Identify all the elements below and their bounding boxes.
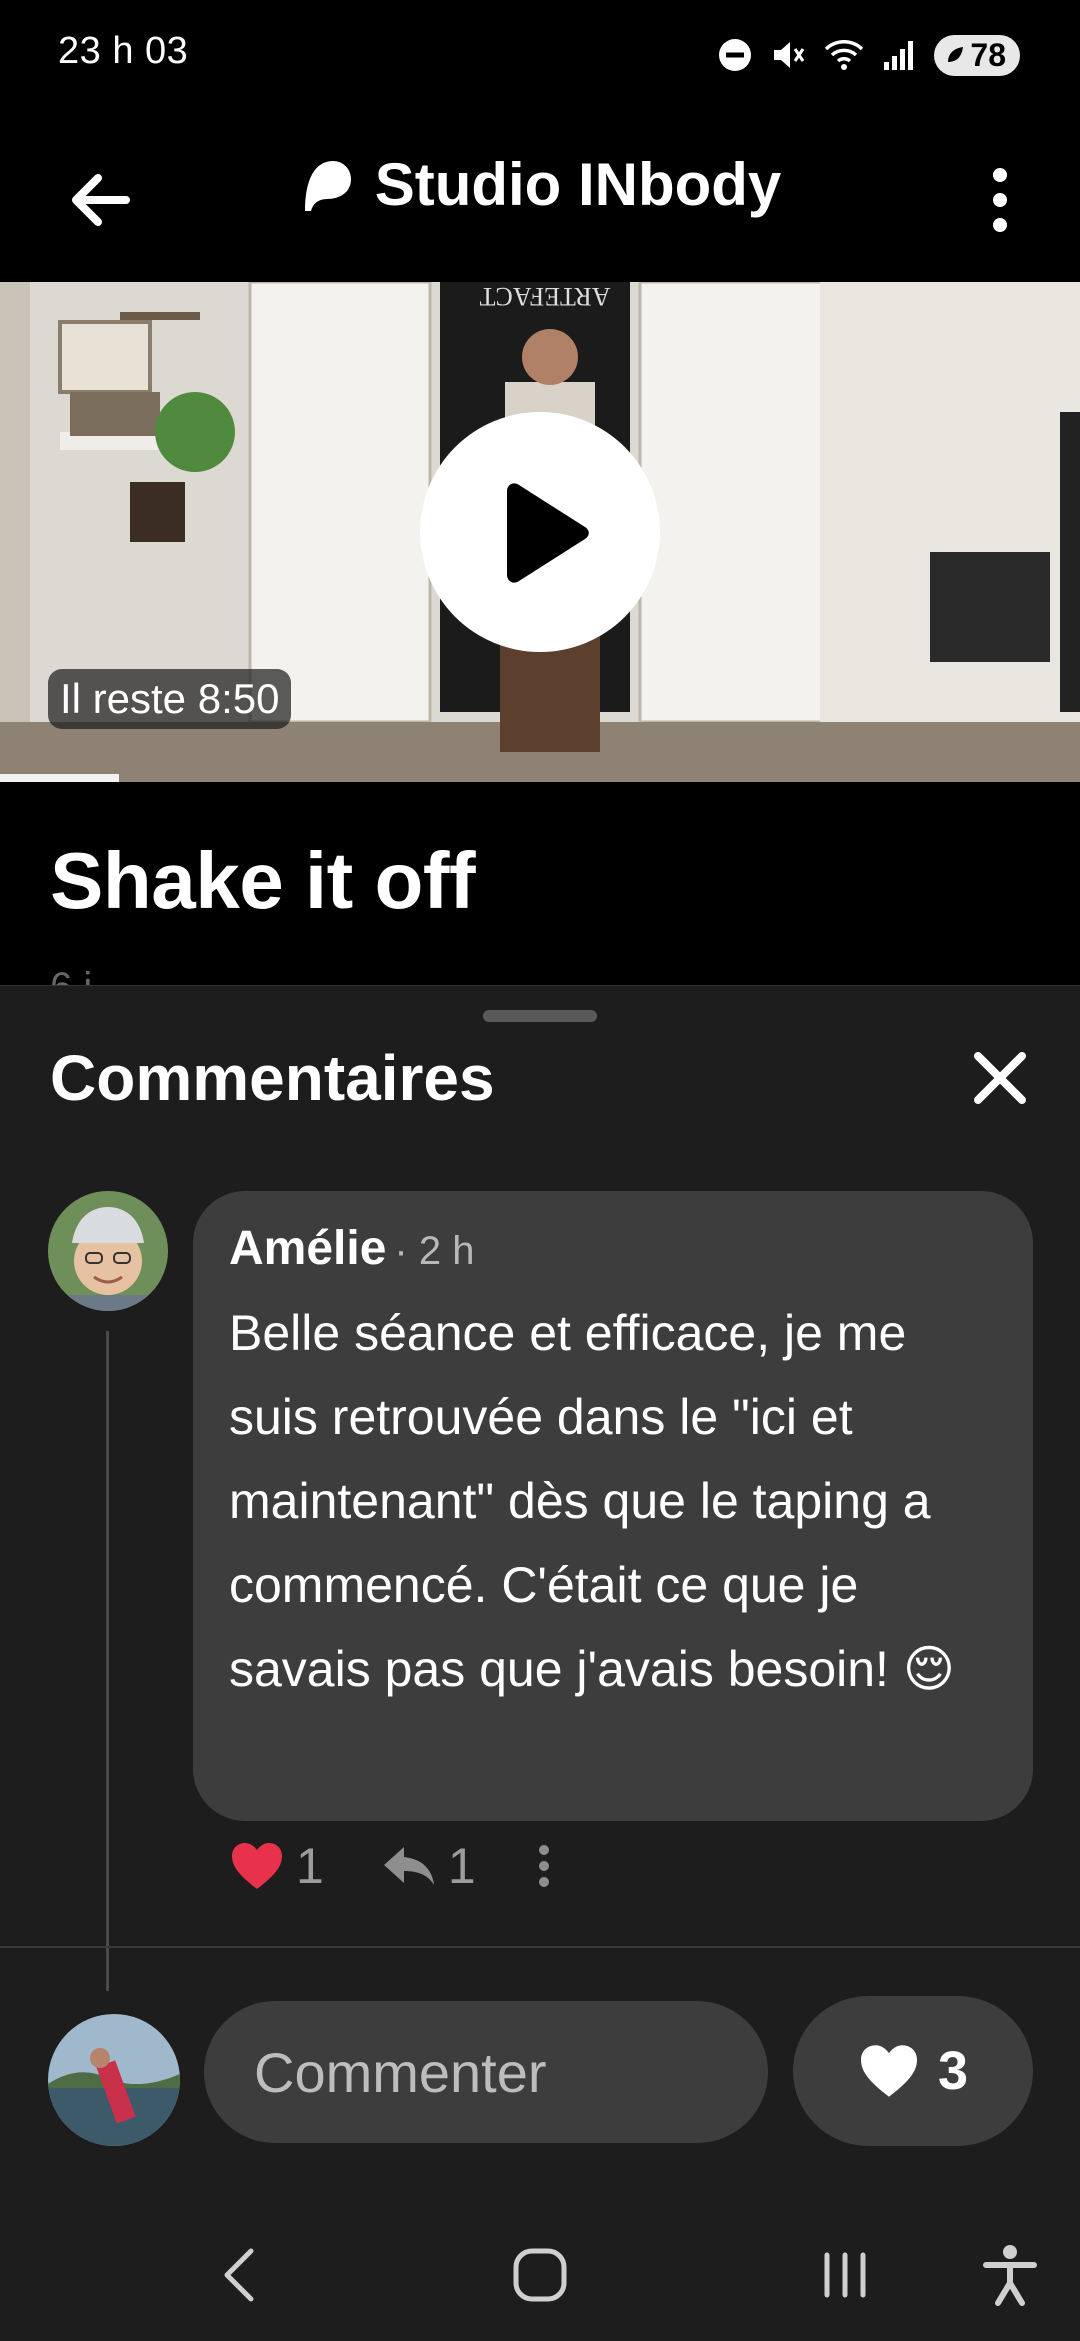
accessibility-button[interactable] — [965, 2230, 1055, 2320]
comment-timestamp: · 2 h — [394, 1229, 475, 1273]
reply-icon — [383, 1847, 434, 1885]
heart-icon — [860, 2045, 917, 2097]
battery-indicator: 78 — [934, 34, 1020, 76]
dnd-icon — [719, 39, 752, 71]
time-remaining-badge: Il reste 8:50 — [48, 669, 292, 729]
heart-icon — [232, 1843, 282, 1889]
poster-text: ARTEFACT — [479, 282, 610, 311]
accessibility-icon — [983, 2245, 1037, 2306]
sheet-drag-handle[interactable] — [483, 1010, 597, 1022]
close-button[interactable] — [960, 1038, 1040, 1118]
comment-author-name: Amélie — [229, 1222, 387, 1275]
comment-actions: 1 1 — [230, 1826, 554, 1906]
more-options-button[interactable] — [970, 155, 1030, 245]
system-navigation-bar — [0, 2210, 1080, 2340]
nav-back-button[interactable] — [195, 2230, 285, 2320]
more-vert-icon — [993, 168, 1007, 232]
more-vert-icon — [538, 1845, 549, 1887]
mute-icon — [774, 42, 805, 68]
battery-level: 78 — [970, 36, 1006, 73]
comment-input[interactable]: Commenter — [204, 2001, 768, 2143]
avatar-image — [48, 2014, 180, 2146]
close-icon — [974, 1052, 1026, 1104]
creator-name: Studio INbody — [374, 151, 782, 218]
post-like-button[interactable]: 3 — [793, 1996, 1033, 2146]
patreon-logo-icon — [304, 160, 351, 211]
play-icon — [507, 483, 589, 583]
nav-back-icon — [224, 2248, 254, 2302]
comment-like-count: 1 — [296, 1838, 324, 1894]
comment-reply-button[interactable]: 1 — [382, 1837, 476, 1895]
nav-home-button[interactable] — [495, 2230, 585, 2320]
comment-input-placeholder: Commenter — [254, 2040, 547, 2104]
play-button[interactable] — [420, 412, 660, 652]
comment-more-button[interactable] — [534, 1841, 554, 1891]
thread-line — [106, 1331, 109, 1991]
comment-author[interactable]: Amélie · 2 h — [229, 1221, 474, 1276]
nav-home-icon — [513, 2248, 567, 2302]
top-app-bar: Studio INbody — [0, 110, 1080, 282]
nav-recents-button[interactable] — [800, 2230, 890, 2320]
wifi-icon — [825, 40, 864, 70]
status-time: 23 h 03 — [58, 30, 189, 72]
current-user-avatar — [48, 2014, 180, 2146]
sheet-title: Commentaires — [50, 1042, 495, 1114]
comment-like-button[interactable]: 1 — [230, 1837, 324, 1895]
status-icons: 78 — [718, 30, 1020, 80]
comment-author-avatar[interactable] — [48, 1191, 168, 1311]
creator-header[interactable]: Studio INbody — [0, 150, 1080, 219]
video-progress-bar[interactable] — [0, 774, 119, 782]
comment-text: Belle séance et efficace, je me suis ret… — [229, 1305, 955, 1697]
post-title: Shake it off — [50, 836, 476, 925]
video-player[interactable]: ARTEFACT Il reste 8:50 — [0, 282, 1080, 782]
post-like-count: 3 — [937, 2041, 969, 2101]
comment-reply-count: 1 — [447, 1838, 476, 1894]
nav-recents-icon — [824, 2252, 866, 2298]
comments-sheet: Commentaires Amélie · 2 h Belle séance et… — [0, 985, 1080, 2341]
composer-divider — [0, 1946, 1080, 1948]
signal-icon — [884, 41, 914, 70]
battery-saver-icon — [948, 47, 964, 62]
avatar-image — [48, 1191, 168, 1311]
status-bar: 23 h 03 78 — [0, 0, 1080, 110]
comment-bubble[interactable]: Amélie · 2 h Belle séance et efficace, je… — [193, 1191, 1033, 1821]
